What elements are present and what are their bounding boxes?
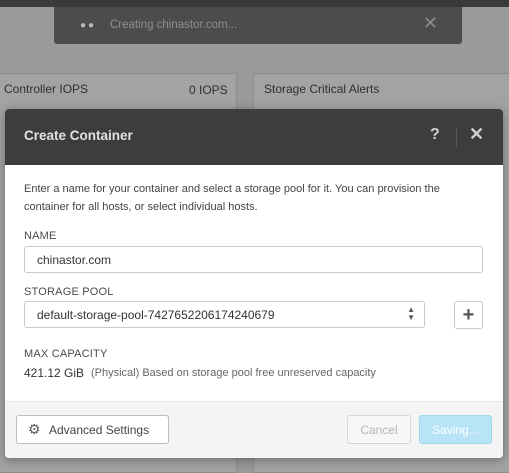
storage-pool-value: default-storage-pool-7427652206174240679 [37,308,275,322]
storage-pool-label: STORAGE POOL [24,286,114,298]
dialog-footer: ⚙ Advanced Settings Cancel Saving... [5,401,503,458]
advanced-settings-button[interactable]: ⚙ Advanced Settings [16,415,169,444]
max-capacity-note: (Physical) Based on storage pool free un… [91,367,376,379]
dialog-header: Create Container ? ✕ [5,109,503,165]
controller-iops-title: Controller IOPS [4,82,89,96]
create-container-dialog: Create Container ? ✕ Enter a name for yo… [5,109,503,458]
progress-toast: ●● Creating chinastor.com... ✕ [54,7,462,44]
save-button[interactable]: Saving... [419,415,492,444]
storage-critical-alerts-title: Storage Critical Alerts [264,82,380,96]
max-capacity-value: 421.12 GiB [24,366,85,380]
gear-icon: ⚙ [28,421,41,437]
dialog-description: Enter a name for your container and sele… [24,183,440,213]
dialog-title: Create Container [24,128,133,143]
spinner-icon: ●● [80,20,97,31]
controller-iops-value: 0 IOPS [189,83,228,97]
header-divider [456,127,457,147]
name-input[interactable]: chinastor.com [24,246,483,273]
advanced-settings-label: Advanced Settings [49,423,150,437]
toast-close-icon[interactable]: ✕ [423,13,438,34]
select-arrows-icon: ▲ ▼ [407,305,415,322]
name-label: NAME [24,230,57,242]
add-storage-pool-button[interactable]: + [454,301,483,329]
plus-icon: + [462,304,475,326]
help-icon[interactable]: ? [430,126,440,144]
top-bar [0,0,509,7]
toast-message: Creating chinastor.com... [110,19,238,31]
max-capacity-label: MAX CAPACITY [24,348,108,360]
close-icon[interactable]: ✕ [469,124,484,145]
cancel-button[interactable]: Cancel [347,415,411,444]
storage-pool-select[interactable]: default-storage-pool-7427652206174240679… [24,301,425,328]
